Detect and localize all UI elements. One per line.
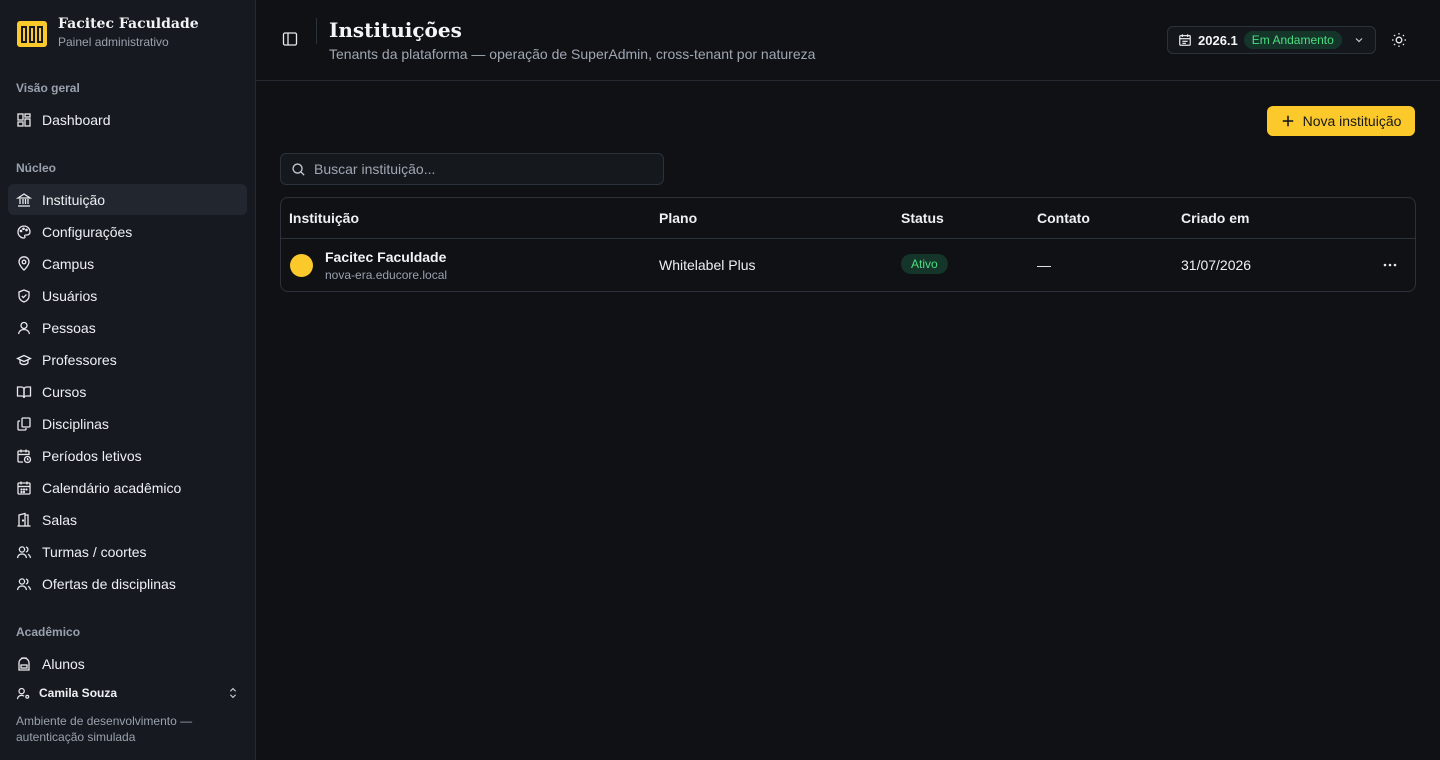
period-year: 2026.1 — [1198, 32, 1238, 48]
institution-name: Facitec Faculdade — [325, 249, 447, 265]
header: Instituições Tenants da plataforma — ope… — [256, 0, 1440, 81]
book-open-icon — [16, 385, 32, 398]
brand-subtitle: Painel administrativo — [58, 35, 169, 49]
sidebar-item-campus[interactable]: Campus — [8, 248, 247, 279]
column-header-status: Status — [901, 210, 944, 226]
search-input[interactable] — [314, 161, 644, 177]
sidebar-item-label: Pessoas — [42, 319, 96, 336]
sidebar-item-label: Campus — [42, 255, 95, 272]
map-pin-icon — [18, 255, 30, 271]
user-icon — [17, 321, 31, 334]
sidebar-item-label: Períodos letivos — [42, 447, 142, 464]
user-menu[interactable]: Camila Souza — [16, 684, 240, 702]
sidebar-item-disciplinas[interactable]: Disciplinas — [8, 408, 247, 439]
more-horizontal-icon[interactable] — [1382, 257, 1398, 273]
palette-icon — [17, 224, 31, 239]
period-selector[interactable]: 2026.1 Em Andamento — [1167, 26, 1376, 54]
header-divider — [316, 18, 317, 44]
section-visao-geral: Visão geral — [16, 81, 80, 95]
column-header-instituicao: Instituição — [289, 210, 360, 226]
search-box — [280, 153, 664, 185]
sidebar-item-instituicao[interactable]: Instituição — [8, 184, 247, 215]
calendar-clock-icon — [17, 449, 32, 463]
sidebar-item-label: Instituição — [42, 191, 106, 208]
chevron-down-icon — [1355, 38, 1363, 43]
sidebar-item-label: Alunos — [42, 655, 85, 672]
column-header-contato: Contato — [1037, 210, 1090, 226]
copy-icon — [17, 416, 31, 431]
user-cog-icon — [16, 687, 30, 699]
sidebar-item-calendario-academico[interactable]: Calendário acadêmico — [8, 472, 247, 503]
sidebar-item-label: Disciplinas — [42, 415, 109, 432]
search-icon — [292, 162, 305, 176]
sidebar-item-label: Ofertas de disciplinas — [42, 575, 176, 592]
page-title: Instituições — [329, 18, 462, 42]
section-academico: Acadêmico — [16, 625, 81, 639]
users-icon — [16, 545, 32, 558]
users-icon — [16, 577, 32, 590]
chevrons-up-down-icon — [229, 687, 237, 699]
sidebar-toggle-icon[interactable] — [282, 31, 298, 47]
door-icon — [17, 512, 31, 527]
brand-logo-icon — [17, 21, 47, 47]
institution-created: 31/07/2026 — [1181, 257, 1252, 273]
sidebar-item-configuracoes[interactable]: Configurações — [8, 216, 247, 247]
institutions-table: Instituição Plano Status Contato Criado … — [280, 197, 1416, 292]
sidebar-item-label: Salas — [42, 511, 78, 528]
sidebar-item-periodos-letivos[interactable]: Períodos letivos — [8, 440, 247, 471]
user-name: Camila Souza — [39, 686, 118, 700]
sidebar-item-label: Dashboard — [42, 111, 111, 128]
sidebar-item-alunos[interactable]: Alunos — [8, 648, 247, 679]
column-header-plano: Plano — [659, 210, 698, 226]
sidebar-item-usuarios[interactable]: Usuários — [8, 280, 247, 311]
new-institution-label: Nova instituição — [1302, 113, 1402, 129]
sidebar-item-label: Cursos — [42, 383, 87, 400]
page-subtitle: Tenants da plataforma — operação de Supe… — [329, 46, 816, 62]
sidebar-item-label: Calendário acadêmico — [42, 479, 182, 496]
graduation-cap-icon — [16, 354, 32, 365]
institution-avatar — [290, 254, 313, 277]
brand-title: Facitec Faculdade — [58, 16, 199, 32]
sidebar-item-label: Configurações — [42, 223, 133, 240]
sidebar-item-label: Turmas / coortes — [42, 543, 147, 560]
sidebar-item-dashboard[interactable]: Dashboard — [8, 104, 247, 135]
section-nucleo: Núcleo — [16, 161, 57, 175]
shield-icon — [18, 288, 30, 303]
sidebar-item-label: Usuários — [42, 287, 98, 304]
sidebar: Facitec Faculdade Painel administrativo … — [0, 0, 256, 760]
bank-icon — [16, 192, 32, 207]
sidebar-item-professores[interactable]: Professores — [8, 344, 247, 375]
institution-contact: — — [1037, 257, 1051, 273]
period-status-badge: Em Andamento — [1243, 31, 1342, 49]
institution-domain: nova-era.educore.local — [325, 268, 448, 282]
sidebar-item-label: Professores — [42, 351, 117, 368]
sidebar-item-pessoas[interactable]: Pessoas — [8, 312, 247, 343]
backpack-icon — [18, 656, 30, 671]
table-header: Instituição Plano Status Contato Criado … — [281, 198, 1415, 239]
institution-plan: Whitelabel Plus — [659, 257, 756, 273]
plus-icon — [1282, 115, 1293, 127]
sidebar-item-turmas[interactable]: Turmas / coortes — [8, 536, 247, 567]
grid-icon — [17, 112, 31, 127]
brand[interactable]: Facitec Faculdade Painel administrativo — [16, 16, 199, 50]
calendar-icon — [1179, 34, 1191, 46]
calendar-icon — [17, 481, 31, 495]
sidebar-item-salas[interactable]: Salas — [8, 504, 247, 535]
table-row[interactable]: Facitec Faculdade nova-era.educore.local… — [281, 239, 1415, 292]
new-institution-button[interactable]: Nova instituição — [1267, 106, 1415, 136]
status-badge: Ativo — [901, 254, 948, 274]
env-note: Ambiente de desenvolvimento — autenticaç… — [16, 714, 193, 744]
column-header-criado-em: Criado em — [1181, 210, 1250, 226]
sidebar-item-cursos[interactable]: Cursos — [8, 376, 247, 407]
sidebar-item-ofertas-disciplinas[interactable]: Ofertas de disciplinas — [8, 568, 247, 599]
sun-icon[interactable] — [1391, 32, 1407, 48]
